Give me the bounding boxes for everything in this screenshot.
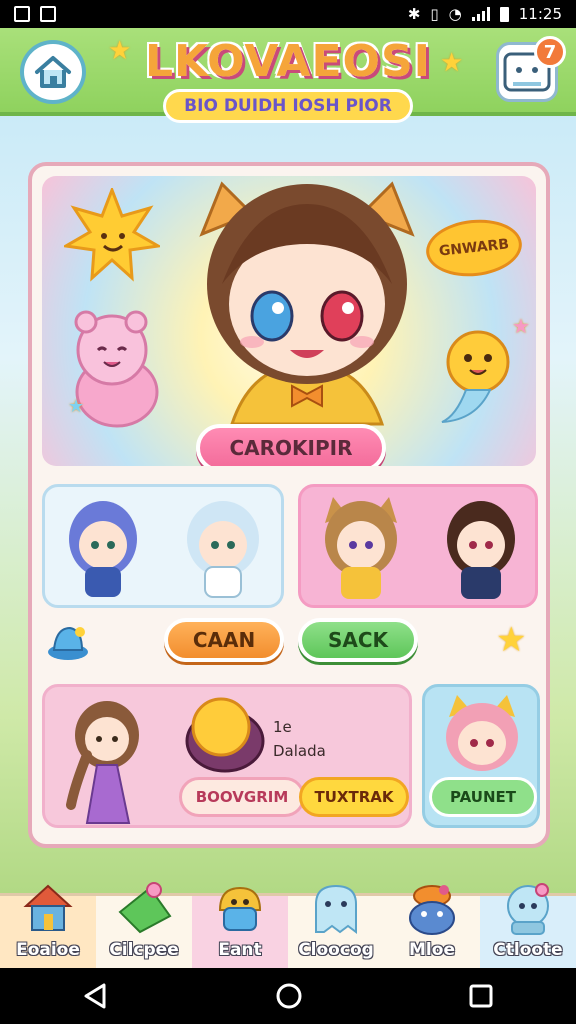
- star-decoration: ★: [108, 36, 132, 66]
- wifi-icon: ◔: [448, 5, 462, 23]
- character-panel-pink[interactable]: [298, 484, 538, 608]
- monster-icon: [218, 886, 262, 931]
- nav-item-3[interactable]: Eant: [192, 886, 288, 968]
- main-character-avatar: [199, 181, 415, 426]
- featured-right-button[interactable]: TUXTRAK: [299, 777, 409, 817]
- hero-sticker-tag: GNWARB: [423, 215, 525, 281]
- star-decoration: ★: [512, 314, 530, 338]
- nav-item-5[interactable]: Mloe: [384, 885, 480, 968]
- nav-label: Eant: [218, 940, 262, 960]
- nav-label: Eoaioe: [16, 940, 80, 960]
- green-flag-icon: [118, 882, 172, 934]
- app-icon: [14, 6, 30, 22]
- sweet-potato-sticker-icon: [185, 697, 265, 773]
- nav-label: Mloe: [409, 940, 455, 960]
- yellow-creature-sticker-icon: [441, 330, 510, 423]
- ghost-icon: [315, 884, 357, 934]
- vibrate-icon: ▯: [430, 5, 439, 23]
- gallery-icon: [40, 6, 56, 22]
- nav-item-2[interactable]: Cilcpee: [96, 882, 192, 968]
- nav-label: Ctloote: [493, 940, 563, 960]
- recents-icon[interactable]: [468, 983, 494, 1009]
- character-panel-blue[interactable]: [42, 484, 284, 608]
- pink-hair-character-icon: [446, 695, 518, 771]
- featured-text: 1e Dalada: [273, 715, 326, 763]
- featured-line-2: Dalada: [273, 742, 326, 760]
- home-circle-icon[interactable]: [275, 982, 303, 1010]
- featured-left-button[interactable]: BOOVGRIM: [179, 777, 305, 817]
- featured-line-1: 1e: [273, 718, 292, 736]
- hero-action-button[interactable]: CAROKIPIR: [196, 424, 386, 466]
- white-hair-character-icon: [187, 501, 259, 598]
- notification-badge: 7: [534, 36, 566, 68]
- blue-creature-icon: [409, 885, 455, 935]
- side-panel-button[interactable]: PAUNET: [429, 777, 537, 817]
- bottom-navigation: Eoaioe Cilcpee Eant Cloocog Mloe Ctloote: [0, 882, 576, 968]
- app-logo: LKOVAEOSI BIO DUIDH IOSH PIOR: [140, 36, 436, 154]
- left-action-button[interactable]: CAAN: [164, 618, 284, 662]
- side-character-panel[interactable]: PAUNET: [422, 684, 540, 828]
- logo-subtitle: BIO DUIDH IOSH PIOR: [163, 89, 413, 123]
- nav-label: Cilcpee: [109, 940, 179, 960]
- signal-icon: [471, 7, 490, 21]
- logo-title: LKOVAEOSI: [144, 36, 432, 87]
- star-decoration: ★: [440, 48, 464, 78]
- house-icon: [23, 884, 73, 931]
- home-icon: [35, 56, 71, 88]
- back-icon[interactable]: [82, 982, 110, 1010]
- robot-icon: [507, 883, 549, 935]
- girl-character-icon: [66, 701, 139, 824]
- brown-hair-character-icon: [447, 501, 515, 599]
- featured-panel[interactable]: 1e Dalada BOOVGRIM TUXTRAK: [42, 684, 412, 828]
- star-decoration: ★: [68, 396, 85, 417]
- star-decoration: ★: [496, 620, 527, 660]
- system-navigation-bar: [0, 968, 576, 1024]
- bluetooth-icon: ✱: [407, 5, 421, 23]
- blue-hair-character-icon: [69, 501, 137, 597]
- hero-banner: GNWARB ★ ★ CAROKIPIR: [42, 176, 536, 466]
- home-button[interactable]: [20, 40, 86, 104]
- cat-ear-character-icon: [325, 497, 397, 599]
- main-card: GNWARB ★ ★ CAROKIPIR CAAN SACK ★ 1e Dala…: [28, 162, 550, 848]
- nav-item-4[interactable]: Cloocog: [288, 884, 384, 968]
- nav-item-1[interactable]: Eoaioe: [0, 884, 96, 968]
- nav-label: Cloocog: [298, 940, 374, 960]
- right-action-button[interactable]: SACK: [298, 618, 418, 662]
- battery-icon: [499, 6, 509, 22]
- status-bar: ✱ ▯ ◔ 11:25: [0, 0, 576, 28]
- sun-sticker-icon: [64, 188, 160, 282]
- nav-item-6[interactable]: Ctloote: [480, 883, 576, 968]
- status-time: 11:25: [518, 5, 562, 23]
- hat-sticker-icon: [48, 626, 88, 660]
